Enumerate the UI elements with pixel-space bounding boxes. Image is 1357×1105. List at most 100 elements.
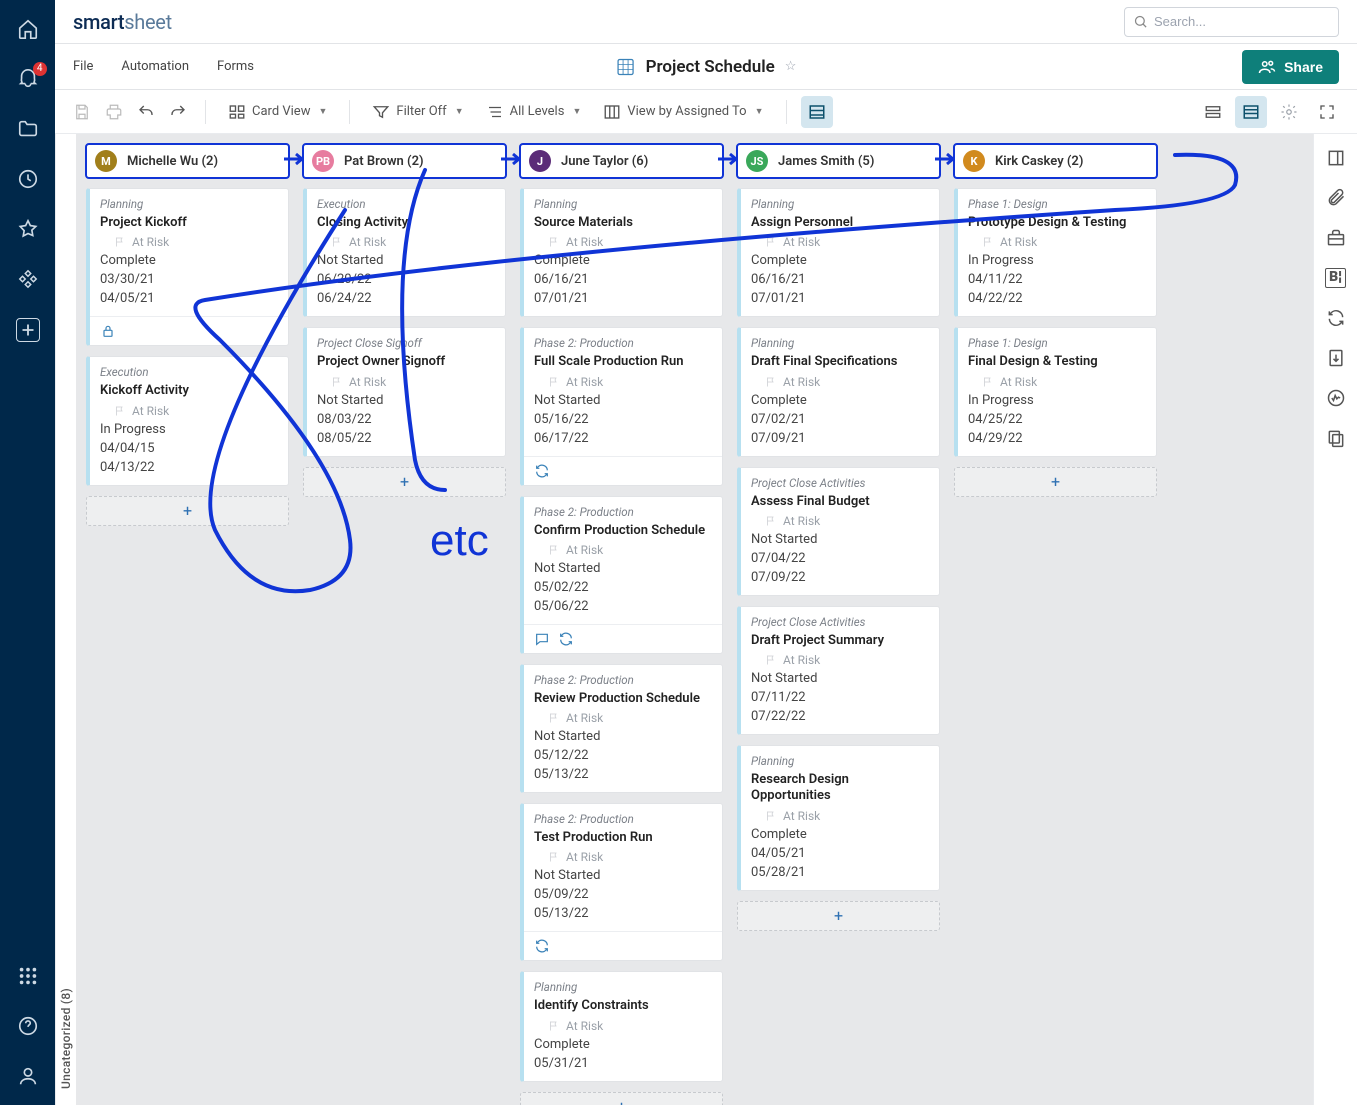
card[interactable]: PlanningAssign PersonnelAt RiskComplete0… [737, 188, 940, 317]
add-icon[interactable] [16, 318, 40, 342]
column-header[interactable]: MMichelle Wu (2) [86, 144, 289, 178]
card[interactable]: Project Close ActivitiesAssess Final Bud… [737, 467, 940, 596]
levels-button[interactable]: All Levels▼ [478, 99, 590, 125]
full-view-icon[interactable] [1235, 96, 1267, 128]
menubar: File Automation Forms Project Schedule ☆… [55, 44, 1357, 90]
doc-title[interactable]: Project Schedule [646, 57, 775, 77]
compact-view-icon[interactable] [1197, 96, 1229, 128]
card[interactable]: PlanningProject KickoffAt RiskComplete03… [86, 188, 289, 346]
card[interactable]: Phase 2: ProductionFull Scale Production… [520, 327, 723, 485]
card[interactable]: PlanningIdentify ConstraintsAt RiskCompl… [520, 971, 723, 1081]
column-header[interactable]: JSJames Smith (5) [737, 144, 940, 178]
card-category: Phase 2: Production [534, 336, 712, 350]
favorite-star-icon[interactable]: ☆ [785, 59, 797, 74]
card[interactable]: PlanningDraft Final SpecificationsAt Ris… [737, 327, 940, 456]
activity-icon[interactable] [1326, 388, 1346, 408]
notifications-icon[interactable]: 4 [17, 68, 39, 90]
search-input[interactable] [1154, 14, 1330, 29]
add-card-button[interactable]: + [520, 1092, 723, 1105]
apps-icon[interactable] [17, 965, 39, 987]
card[interactable]: PlanningResearch Design OpportunitiesAt … [737, 745, 940, 891]
card-date-start: 04/11/22 [968, 272, 1146, 287]
card[interactable]: ExecutionKickoff ActivityAt RiskIn Progr… [86, 356, 289, 485]
card-date-start: 05/02/22 [534, 580, 712, 595]
card[interactable]: Phase 1: DesignPrototype Design & Testin… [954, 188, 1157, 317]
account-icon[interactable] [17, 1065, 39, 1087]
card-risk: At Risk [100, 235, 278, 249]
column-header[interactable]: JJune Taylor (6) [520, 144, 723, 178]
card[interactable]: Phase 1: DesignFinal Design & TestingAt … [954, 327, 1157, 456]
add-card-button[interactable]: + [303, 467, 506, 497]
card-status: Not Started [751, 532, 929, 547]
search-box[interactable] [1124, 7, 1339, 37]
card[interactable]: Project Close SignoffProject Owner Signo… [303, 327, 506, 456]
view-label: Card View [252, 104, 310, 119]
card-status: Complete [751, 393, 929, 408]
share-button[interactable]: Share [1242, 50, 1339, 84]
briefcase-icon[interactable] [1326, 228, 1346, 248]
copy-icon[interactable] [1326, 428, 1346, 448]
card-date-start: 04/25/22 [968, 412, 1146, 427]
view-selector[interactable]: Card View▼ [220, 99, 335, 125]
viewby-button[interactable]: View by Assigned To▼ [595, 99, 771, 125]
layout-toggle[interactable] [801, 96, 833, 128]
export-icon[interactable] [1326, 348, 1346, 368]
card-risk: At Risk [317, 375, 495, 389]
right-rail: B¦ [1313, 134, 1357, 1105]
card-category: Planning [100, 197, 278, 211]
add-card-button[interactable]: + [86, 496, 289, 526]
undo-icon[interactable] [133, 99, 159, 125]
menu-automation[interactable]: Automation [121, 59, 189, 74]
card-footer [524, 456, 722, 485]
card[interactable]: ExecutionClosing ActivityAt RiskNot Star… [303, 188, 506, 317]
recent-icon[interactable] [17, 168, 39, 190]
card-date-start: 08/03/22 [317, 412, 495, 427]
main: smartsheet File Automation Forms Project… [55, 0, 1357, 1105]
filter-label: Filter Off [396, 104, 446, 119]
help-icon[interactable] [17, 1015, 39, 1037]
fullscreen-icon[interactable] [1311, 96, 1343, 128]
card-date-start: 04/05/21 [751, 846, 929, 861]
card[interactable]: Project Close ActivitiesDraft Project Su… [737, 606, 940, 735]
card-footer [524, 931, 722, 960]
panel-toggle-icon[interactable] [1326, 148, 1346, 168]
uncategorized-label[interactable]: Uncategorized (8) [55, 134, 76, 1105]
folder-icon[interactable] [17, 118, 39, 140]
avatar: M [95, 150, 117, 172]
toolbar: Card View▼ Filter Off▼ All Levels▼ View … [55, 90, 1357, 134]
columns-icon [603, 103, 621, 121]
card[interactable]: Phase 2: ProductionConfirm Production Sc… [520, 496, 723, 654]
menu-forms[interactable]: Forms [217, 59, 254, 74]
format-bold-icon[interactable]: B¦ [1325, 268, 1346, 288]
card-category: Planning [534, 197, 712, 211]
card-category: Phase 2: Production [534, 673, 712, 687]
card[interactable]: PlanningSource MaterialsAt RiskComplete0… [520, 188, 723, 317]
refresh-icon[interactable] [1326, 308, 1346, 328]
redo-icon[interactable] [165, 99, 191, 125]
card-status: Not Started [317, 253, 495, 268]
save-icon[interactable] [69, 99, 95, 125]
star-icon[interactable] [17, 218, 39, 240]
add-card-button[interactable]: + [954, 467, 1157, 497]
logo[interactable]: smartsheet [73, 10, 172, 34]
card-date-start: 05/16/22 [534, 412, 712, 427]
menu-file[interactable]: File [73, 59, 93, 74]
card-date-end: 06/17/22 [534, 431, 712, 446]
home-icon[interactable] [17, 18, 39, 40]
filter-button[interactable]: Filter Off▼ [364, 99, 471, 125]
card-date-start: 07/11/22 [751, 690, 929, 705]
card-footer [524, 624, 722, 653]
add-card-button[interactable]: + [737, 901, 940, 931]
column-jt: JJune Taylor (6) Planning Source Materials… [520, 144, 723, 1105]
card[interactable]: Phase 2: ProductionTest Production RunAt… [520, 803, 723, 961]
print-icon[interactable] [101, 99, 127, 125]
connections-icon[interactable] [17, 268, 39, 290]
settings-icon[interactable] [1273, 96, 1305, 128]
attachments-icon[interactable] [1326, 188, 1346, 208]
card[interactable]: Phase 2: ProductionReview Production Sch… [520, 664, 723, 793]
card-title: Source Materials [534, 215, 712, 231]
column-header[interactable]: PBPat Brown (2) [303, 144, 506, 178]
left-rail: 4 [0, 0, 55, 1105]
column-header[interactable]: KKirk Caskey (2) [954, 144, 1157, 178]
card-date-start: 05/12/22 [534, 748, 712, 763]
